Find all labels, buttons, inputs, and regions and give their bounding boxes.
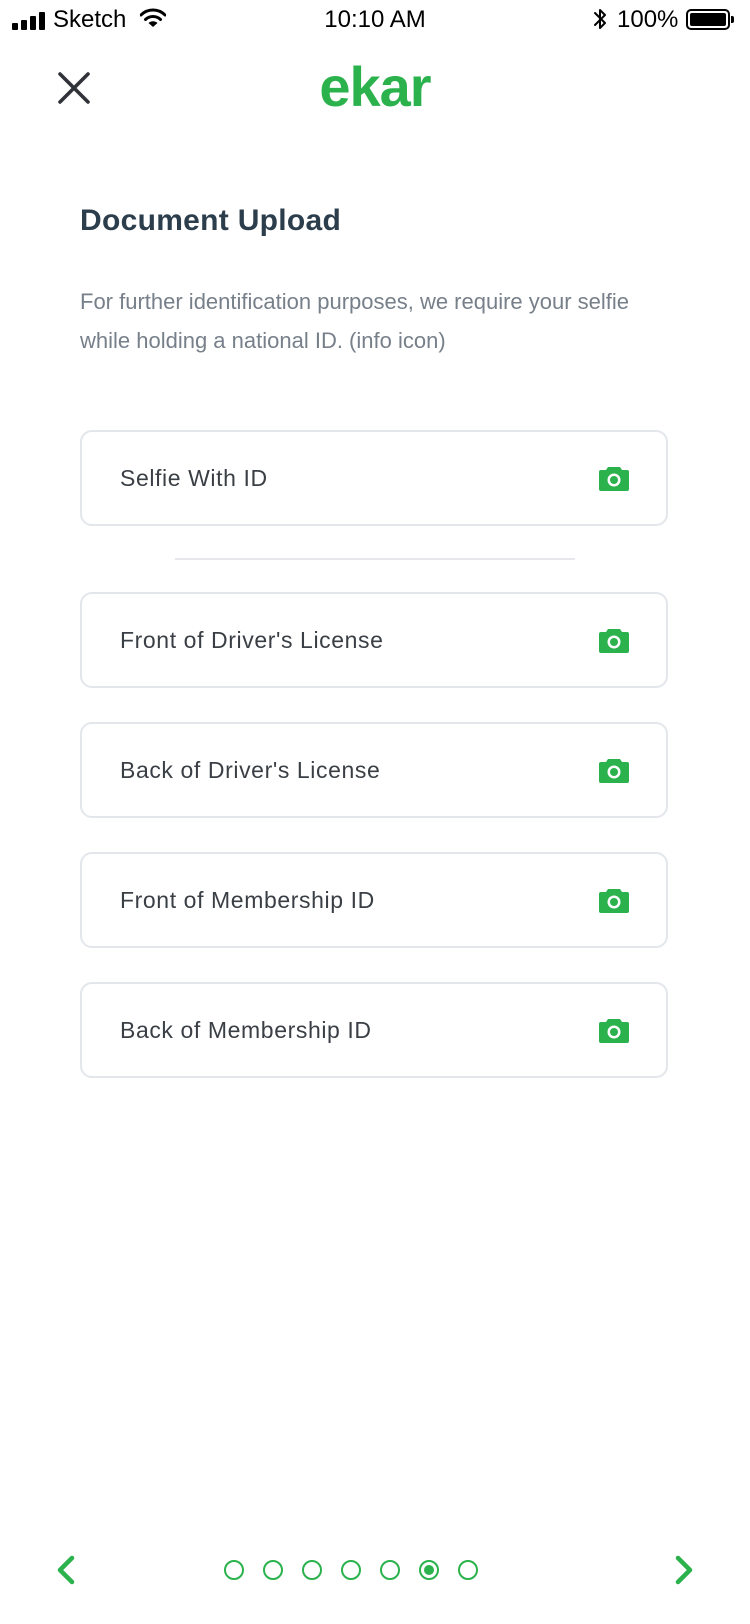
upload-back-membership-id[interactable]: Back of Membership ID xyxy=(80,982,668,1078)
camera-icon xyxy=(599,889,629,913)
camera-icon xyxy=(599,759,629,783)
upload-front-drivers-license[interactable]: Front of Driver's License xyxy=(80,592,668,688)
ekar-logo: ekar xyxy=(319,58,431,118)
camera-icon xyxy=(599,629,629,653)
chevron-left-icon xyxy=(57,1555,75,1585)
logo-text: ekar xyxy=(319,58,430,118)
upload-back-drivers-license[interactable]: Back of Driver's License xyxy=(80,722,668,818)
page-dot[interactable] xyxy=(302,1560,322,1580)
page-dot-active[interactable] xyxy=(419,1560,439,1580)
document-label: Back of Membership ID xyxy=(120,1017,372,1043)
upload-selfie-with-id[interactable]: Selfie With ID xyxy=(80,430,668,526)
battery-percentage: 100% xyxy=(617,6,679,33)
document-label: Selfie With ID xyxy=(120,465,268,491)
close-icon xyxy=(58,72,90,104)
upload-front-membership-id[interactable]: Front of Membership ID xyxy=(80,852,668,948)
camera-icon xyxy=(599,467,629,491)
page-dot[interactable] xyxy=(263,1560,283,1580)
page-dot[interactable] xyxy=(341,1560,361,1580)
page-dot[interactable] xyxy=(224,1560,244,1580)
divider xyxy=(175,558,575,560)
page-title: Document Upload xyxy=(80,204,342,237)
battery-icon xyxy=(686,9,734,30)
document-label: Front of Driver's License xyxy=(120,627,384,653)
previous-button[interactable] xyxy=(52,1552,82,1588)
close-button[interactable] xyxy=(56,70,92,110)
bluetooth-icon xyxy=(594,9,606,29)
status-bar: Sketch 10:10 AM 100% xyxy=(0,0,750,40)
page-dot[interactable] xyxy=(380,1560,400,1580)
chevron-right-icon xyxy=(675,1555,693,1585)
page-dot[interactable] xyxy=(458,1560,478,1580)
camera-icon xyxy=(599,1019,629,1043)
document-label: Front of Membership ID xyxy=(120,887,375,913)
document-label: Back of Driver's License xyxy=(120,757,381,783)
page-description: For further identification purposes, we … xyxy=(80,289,630,353)
next-button[interactable] xyxy=(668,1552,698,1588)
